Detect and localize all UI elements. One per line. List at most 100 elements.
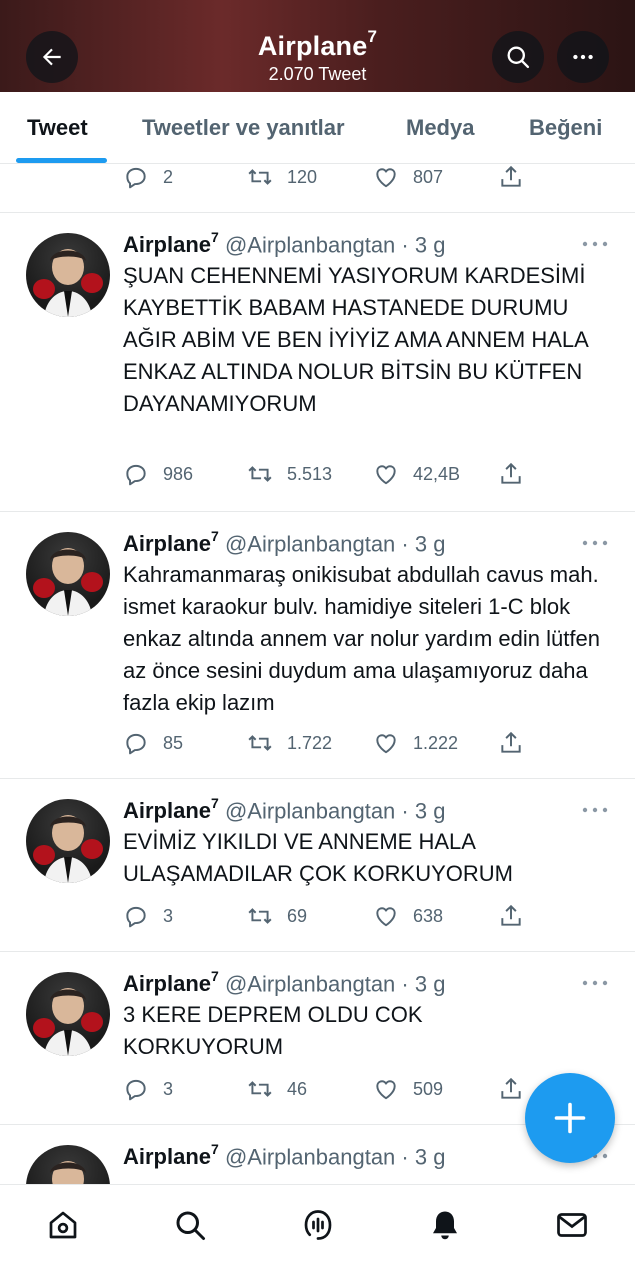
bottom-navigation	[0, 1184, 635, 1277]
reply-icon	[126, 167, 146, 189]
tweet-time: 3 g	[414, 971, 446, 997]
share-icon	[501, 905, 521, 926]
explore-icon	[176, 1211, 205, 1240]
home-icon	[49, 1211, 77, 1239]
tweet-more-icon[interactable]	[582, 239, 608, 249]
nav-spaces[interactable]	[298, 1205, 338, 1245]
nav-messages[interactable]	[552, 1205, 592, 1245]
author-name[interactable]: Airplane7	[123, 968, 219, 996]
author-name[interactable]: Airplane7	[123, 229, 219, 257]
reply-button[interactable]: 3	[123, 903, 173, 929]
tweet-actions: 986 5.513 42,4B	[123, 461, 533, 491]
reply-button[interactable]: 85	[123, 730, 183, 756]
search-icon	[507, 46, 530, 69]
reply-icon	[126, 906, 146, 928]
spaces-icon	[304, 1210, 332, 1240]
avatar-image	[33, 988, 103, 1056]
reply-button[interactable]: 986	[123, 461, 193, 487]
reply-button[interactable]: 2	[123, 164, 173, 190]
share-icon	[501, 732, 521, 753]
tweet-time: 3 g	[414, 531, 446, 557]
tweet-time: 3 g	[414, 798, 446, 824]
profile-tabs: Tweet Tweetler ve yanıtlar Medya Beğeni	[0, 92, 635, 164]
retweet-icon	[248, 1081, 272, 1097]
tweet-actions: 3 69 638	[123, 903, 533, 933]
avatar-image	[33, 1161, 103, 1184]
tweet-text: Kahramanmaraş onikisubat abdullah cavus …	[123, 562, 600, 715]
share-icon	[501, 1078, 521, 1099]
avatar[interactable]	[26, 233, 110, 317]
active-tab-indicator	[16, 158, 107, 163]
share-icon	[501, 166, 521, 187]
nav-notifications[interactable]	[425, 1205, 465, 1245]
messages-icon	[557, 1213, 587, 1237]
profile-header-banner: Airplane7 2.070 Tweet	[0, 0, 635, 92]
tweet-text: ŞUAN CEHENNEMİ YASIYORUM KARDESİMİ KAYBE…	[123, 263, 588, 416]
retweet-button[interactable]: 46	[247, 1076, 307, 1102]
compose-tweet-button[interactable]	[525, 1073, 615, 1163]
author-handle: @Airplanbangtan	[224, 971, 396, 997]
tweet-more-icon[interactable]	[582, 805, 608, 815]
retweet-icon	[248, 169, 272, 185]
tweet-time: 3 g	[414, 1144, 446, 1170]
retweet-icon	[248, 735, 272, 751]
author-name[interactable]: Airplane7	[123, 795, 219, 823]
like-button[interactable]: 807	[373, 164, 443, 190]
notifications-icon	[433, 1211, 457, 1240]
avatar[interactable]	[26, 1145, 110, 1184]
tab-tweets[interactable]: Tweet	[27, 115, 88, 141]
nav-home[interactable]	[43, 1205, 83, 1245]
reply-icon	[126, 464, 146, 486]
share-button[interactable]	[498, 730, 524, 756]
avatar-image	[33, 249, 103, 317]
search-button[interactable]	[492, 31, 544, 83]
like-button[interactable]: 638	[373, 903, 443, 929]
like-button[interactable]: 509	[373, 1076, 443, 1102]
tweet[interactable]: Airplane7 @Airplanbangtan · 3 g EVİMİZ Y…	[0, 778, 635, 951]
tweet-more-icon[interactable]	[582, 978, 608, 988]
share-button[interactable]	[498, 1076, 524, 1102]
tweet-more-icon[interactable]	[582, 538, 608, 548]
reply-icon	[126, 1079, 146, 1101]
avatar-image	[33, 815, 103, 883]
retweet-button[interactable]: 120	[247, 164, 317, 190]
plus-icon	[554, 1102, 586, 1134]
retweet-icon	[248, 466, 272, 482]
avatar[interactable]	[26, 532, 110, 616]
share-button[interactable]	[498, 461, 524, 487]
author-handle: @Airplanbangtan	[224, 798, 396, 824]
tab-media[interactable]: Medya	[406, 115, 474, 141]
reply-button[interactable]: 3	[123, 1076, 173, 1102]
tweet[interactable]: Airplane7 @Airplanbangtan · 3 g ŞUAN CEH…	[0, 212, 635, 511]
author-name[interactable]: Airplane7	[123, 1141, 219, 1169]
avatar[interactable]	[26, 972, 110, 1056]
author-name[interactable]: Airplane7	[123, 528, 219, 556]
heart-icon	[376, 734, 396, 754]
retweet-icon	[248, 908, 272, 924]
tweet-text: 3 KERE DEPREM OLDU COK KORKUYORUM	[123, 1002, 423, 1059]
share-button[interactable]	[498, 903, 524, 929]
tweet-time: 3 g	[414, 232, 446, 258]
partial-tweet-actions: 2 120 807	[123, 164, 533, 194]
tweet-actions: 3 46 509	[123, 1076, 533, 1106]
heart-icon	[376, 168, 396, 188]
tweet-text: EVİMİZ YIKILDI VE ANNEME HALA ULAŞAMADIL…	[123, 829, 513, 886]
retweet-button[interactable]: 69	[247, 903, 307, 929]
avatar[interactable]	[26, 799, 110, 883]
retweet-button[interactable]: 1.722	[247, 730, 332, 756]
reply-icon	[126, 733, 146, 755]
tweet[interactable]: Airplane7 @Airplanbangtan · 3 g Kahraman…	[0, 511, 635, 778]
share-button[interactable]	[498, 164, 524, 190]
like-button[interactable]: 1.222	[373, 730, 458, 756]
more-button[interactable]	[557, 31, 609, 83]
avatar-image	[33, 548, 103, 616]
author-handle: @Airplanbangtan	[224, 232, 396, 258]
tab-tweets-and-replies[interactable]: Tweetler ve yanıtlar	[142, 115, 345, 141]
nav-explore[interactable]	[170, 1205, 210, 1245]
author-handle: @Airplanbangtan	[224, 531, 396, 557]
heart-icon	[376, 465, 396, 485]
retweet-button[interactable]: 5.513	[247, 461, 332, 487]
tab-likes[interactable]: Beğeni	[529, 115, 602, 141]
heart-icon	[376, 907, 396, 927]
like-button[interactable]: 42,4B	[373, 461, 460, 487]
